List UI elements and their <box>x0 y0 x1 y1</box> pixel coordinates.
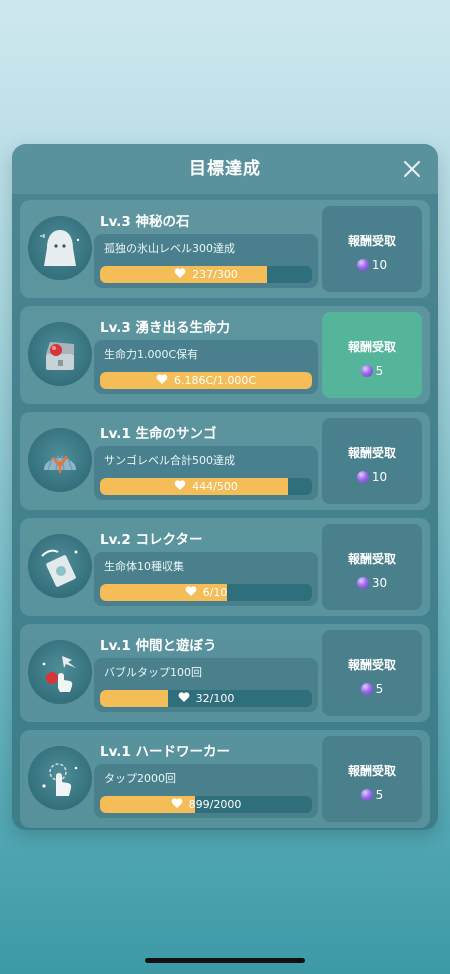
heart-icon <box>156 374 168 384</box>
bubble-tap-icon <box>28 640 92 704</box>
gem-icon <box>356 471 369 483</box>
dialog-header: 目標達成 <box>12 144 438 194</box>
goal-title: Lv.1 ハードワーカー <box>100 744 231 760</box>
progress-bar: 6/10 <box>100 584 312 601</box>
progress-bar: 899/2000 <box>100 796 312 813</box>
goal-description: タップ2000回 <box>104 772 176 785</box>
goals-dialog: 目標達成 Lv.3 神秘の石 孤独の氷山レベル300達成 237/300 報酬受… <box>12 144 438 830</box>
claim-label: 報酬受取 <box>347 234 396 248</box>
claim-reward-button[interactable]: 報酬受取 5 <box>322 312 422 398</box>
goal-title: Lv.3 湧き出る生命力 <box>100 320 231 336</box>
coral-shell-icon <box>28 428 92 492</box>
goal-description: 生命力1.000C保有 <box>104 348 199 361</box>
claim-label: 報酬受取 <box>347 552 396 566</box>
gem-icon <box>356 577 369 589</box>
home-indicator[interactable] <box>145 958 305 963</box>
goal-title: Lv.2 コレクター <box>100 532 203 548</box>
heart-icon <box>178 692 190 702</box>
gem-icon <box>356 259 369 271</box>
goal-description: 孤独の氷山レベル300達成 <box>104 242 235 255</box>
goal-description: バブルタップ100回 <box>104 666 202 679</box>
claim-label: 報酬受取 <box>347 340 396 354</box>
gem-icon <box>360 365 373 377</box>
claim-reward-button[interactable]: 報酬受取 10 <box>322 418 422 504</box>
progress-text: 6.186C/1.000C <box>173 374 257 387</box>
progress-bar: 32/100 <box>100 690 312 707</box>
progress-text: 899/2000 <box>188 798 242 811</box>
close-icon[interactable] <box>400 157 424 181</box>
goal-requirement: タップ2000回 899/2000 <box>94 764 318 818</box>
goal-row: Lv.1 仲間と遊ぼう バブルタップ100回 32/100 報酬受取 5 <box>20 624 430 722</box>
goal-row: Lv.3 神秘の石 孤独の氷山レベル300達成 237/300 報酬受取 10 <box>20 200 430 298</box>
claim-reward-button[interactable]: 報酬受取 5 <box>322 630 422 716</box>
goal-requirement: 生命体10種収集 6/10 <box>94 552 318 606</box>
progress-text: 32/100 <box>195 692 235 705</box>
goal-description: サンゴレベル合計500達成 <box>104 454 235 467</box>
goal-row: Lv.2 コレクター 生命体10種収集 6/10 報酬受取 30 <box>20 518 430 616</box>
reward-value: 5 <box>375 364 384 378</box>
claim-label: 報酬受取 <box>347 446 396 460</box>
claim-label: 報酬受取 <box>347 764 396 778</box>
goal-row: Lv.1 ハードワーカー タップ2000回 899/2000 報酬受取 5 <box>20 730 430 828</box>
claim-reward-button[interactable]: 報酬受取 30 <box>322 524 422 610</box>
gem-icon <box>360 789 373 801</box>
heart-icon <box>174 268 186 278</box>
reward-amount: 5 <box>322 682 422 696</box>
reward-amount: 5 <box>322 364 422 378</box>
reward-value: 10 <box>371 258 388 272</box>
goal-requirement: 孤独の氷山レベル300達成 237/300 <box>94 234 318 288</box>
claim-reward-button[interactable]: 報酬受取 5 <box>322 736 422 822</box>
reward-value: 10 <box>371 470 388 484</box>
progress-bar: 444/500 <box>100 478 312 495</box>
reward-amount: 10 <box>322 258 422 272</box>
goal-row: Lv.1 生命のサンゴ サンゴレベル合計500達成 444/500 報酬受取 1… <box>20 412 430 510</box>
reward-value: 5 <box>375 788 384 802</box>
heart-icon <box>174 480 186 490</box>
treasure-chest-icon <box>28 322 92 386</box>
reward-value: 30 <box>371 576 388 590</box>
reward-amount: 30 <box>322 576 422 590</box>
progress-bar: 237/300 <box>100 266 312 283</box>
reward-amount: 10 <box>322 470 422 484</box>
goal-title: Lv.1 生命のサンゴ <box>100 426 217 442</box>
heart-icon <box>185 586 197 596</box>
reward-amount: 5 <box>322 788 422 802</box>
goal-requirement: 生命力1.000C保有 6.186C/1.000C <box>94 340 318 394</box>
claim-label: 報酬受取 <box>347 658 396 672</box>
goal-description: 生命体10種収集 <box>104 560 184 573</box>
progress-text: 6/10 <box>202 586 228 599</box>
progress-text: 444/500 <box>192 480 238 493</box>
reward-value: 5 <box>375 682 384 696</box>
tap-hand-icon <box>28 746 92 810</box>
ghost-stone-icon <box>28 216 92 280</box>
goal-requirement: バブルタップ100回 32/100 <box>94 658 318 712</box>
progress-text: 237/300 <box>192 268 238 281</box>
collection-book-icon <box>28 534 92 598</box>
goal-title: Lv.1 仲間と遊ぼう <box>100 638 217 654</box>
goal-title: Lv.3 神秘の石 <box>100 214 190 230</box>
dialog-title: 目標達成 <box>189 159 261 179</box>
heart-icon <box>171 798 183 808</box>
gem-icon <box>360 683 373 695</box>
claim-reward-button[interactable]: 報酬受取 10 <box>322 206 422 292</box>
goal-row: Lv.3 湧き出る生命力 生命力1.000C保有 6.186C/1.000C 報… <box>20 306 430 404</box>
goal-requirement: サンゴレベル合計500達成 444/500 <box>94 446 318 500</box>
progress-bar: 6.186C/1.000C <box>100 372 312 389</box>
